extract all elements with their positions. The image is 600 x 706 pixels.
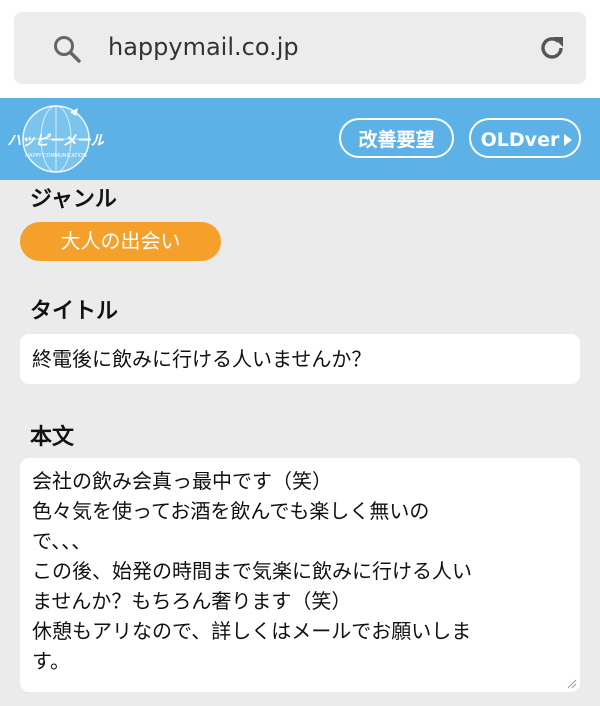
title-field[interactable]: 終電後に飲みに行ける人いませんか？ [20, 334, 580, 384]
genre-tag[interactable]: 大人の出会い [20, 222, 221, 261]
logo-subtext: HAPPY COMMUNICATION [25, 153, 87, 159]
old-version-button[interactable]: OLDver [469, 118, 581, 158]
body-line: この後、始発の時間まで気楽に飲みに行ける人い [32, 559, 472, 583]
site-header: ハッピーメール HAPPY COMMUNICATION 改善要望 OLDver [0, 98, 600, 180]
resize-grip-icon[interactable] [567, 679, 577, 689]
body-line: す。 [32, 649, 70, 673]
happymail-logo[interactable]: ハッピーメール HAPPY COMMUNICATION [8, 104, 104, 174]
improvement-request-button[interactable]: 改善要望 [339, 118, 454, 158]
body-line: 会社の飲み会真っ最中です（笑） [32, 469, 332, 493]
old-version-label: OLDver [480, 129, 560, 151]
body-line: 休憩もアリなので、詳しくはメールでお願いしま [32, 619, 472, 643]
logo-text: ハッピーメール [8, 133, 104, 149]
improvement-request-label: 改善要望 [358, 129, 435, 151]
title-label: タイトル [30, 299, 119, 324]
play-arrow-icon [564, 134, 572, 146]
address-bar[interactable]: happymail.co.jp [14, 12, 586, 84]
body-line: で、、、 [32, 529, 92, 553]
body-textarea[interactable]: 会社の飲み会真っ最中です（笑） 色々気を使ってお酒を飲んでも楽しく無いの で、、… [20, 458, 580, 692]
reload-icon[interactable] [536, 32, 568, 64]
url-text[interactable]: happymail.co.jp [108, 30, 299, 64]
body-label: 本文 [30, 425, 75, 450]
body-line: ませんか？もちろん奢ります（笑） [32, 589, 352, 613]
genre-label: ジャンル [30, 187, 117, 212]
body-line: 色々気を使ってお酒を飲んでも楽しく無いの [32, 499, 430, 523]
browser-toolbar: happymail.co.jp [0, 0, 600, 98]
search-icon[interactable] [52, 34, 82, 64]
